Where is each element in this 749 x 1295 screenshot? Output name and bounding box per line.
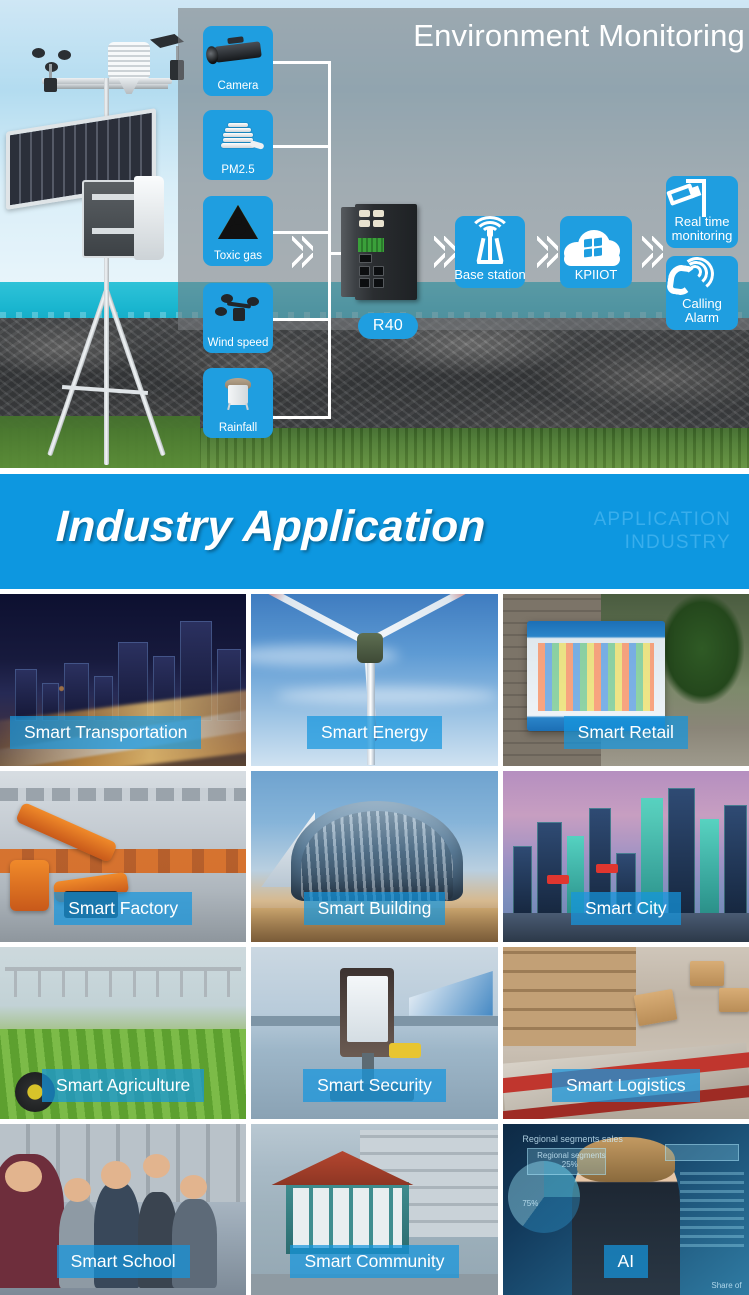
photo-smart-energy xyxy=(251,594,498,766)
output-tile-real-time-monitoring[interactable]: Real time monitoring xyxy=(666,176,738,248)
banner-subtitle-line1: APPLICATION xyxy=(593,509,731,530)
photo-smart-transportation xyxy=(0,594,247,766)
weather-station-illustration xyxy=(0,0,200,468)
ai-overlay-pct1: 25% xyxy=(561,1159,578,1169)
sensor-tile-camera[interactable]: Camera xyxy=(203,26,273,96)
tripod-leg xyxy=(47,289,109,457)
photo-smart-security xyxy=(251,947,498,1119)
grid-cell-smart-building[interactable]: Smart Building xyxy=(251,770,498,942)
connector-line-rainfall xyxy=(265,416,331,419)
connector-line-pm25 xyxy=(265,145,331,148)
tripod-leg xyxy=(104,290,109,465)
sensor-tile-pm25[interactable]: PM2.5 xyxy=(203,110,273,180)
grid-cell-smart-security[interactable]: Smart Security xyxy=(251,947,498,1119)
photo-ai: Regional segments sales Regional segment… xyxy=(502,1123,749,1295)
banner-title: Industry Application xyxy=(55,502,487,551)
industry-application-banner: Industry Application APPLICATION INDUSTR… xyxy=(0,474,749,589)
chevron-arrow-1 xyxy=(292,236,322,270)
sensor-label: Toxic gas xyxy=(214,250,262,262)
grid-cell-ai[interactable]: Regional segments sales Regional segment… xyxy=(502,1123,749,1295)
grid-cell-smart-energy[interactable]: Smart Energy xyxy=(251,594,498,766)
sensor-tile-rainfall[interactable]: Rainfall xyxy=(203,368,273,438)
chain-label: Base station xyxy=(454,267,526,282)
output-tile-calling-alarm[interactable]: Calling Alarm xyxy=(666,254,738,330)
cloud-icon xyxy=(560,226,632,268)
output-label: Calling Alarm xyxy=(682,297,722,330)
anemometer-cups-icon xyxy=(32,48,74,92)
photo-smart-building xyxy=(251,770,498,942)
camera-icon xyxy=(203,30,273,74)
ai-overlay-line1: Regional segments sales xyxy=(522,1133,623,1144)
grid-cell-smart-agriculture[interactable]: Smart Agriculture xyxy=(0,947,247,1119)
toxic-gas-warning-icon xyxy=(203,200,273,244)
connector-vertical-line xyxy=(328,61,331,419)
anemometer-icon xyxy=(203,287,273,331)
connector-line-camera xyxy=(265,61,331,64)
photo-smart-agriculture xyxy=(0,947,247,1119)
grid-cell-smart-factory[interactable]: Smart Factory xyxy=(0,770,247,942)
sensor-label: Wind speed xyxy=(207,337,269,349)
ai-overlay-footer: Share of xyxy=(711,1280,742,1290)
sensor-label: Camera xyxy=(217,80,259,92)
connector-line-toxic-gas xyxy=(265,231,331,234)
sensor-tile-wind-speed[interactable]: Wind speed xyxy=(203,283,273,353)
photo-smart-logistics xyxy=(502,947,749,1119)
router-model-badge: R40 xyxy=(358,313,418,339)
grid-cell-smart-retail[interactable]: Smart Retail xyxy=(502,594,749,766)
grid-cell-smart-transportation[interactable]: Smart Transportation xyxy=(0,594,247,766)
output-label: Real time monitoring xyxy=(672,215,733,248)
cell-tower-icon xyxy=(467,216,513,268)
page-title: Environment Monitoring xyxy=(413,18,745,53)
chain-tile-base-station[interactable]: Base station xyxy=(454,216,526,288)
photo-smart-factory xyxy=(0,770,247,942)
environment-monitoring-diagram: Environment Monitoring Camera PM2.5 Toxi… xyxy=(0,0,749,468)
photo-smart-retail xyxy=(502,594,749,766)
radiation-shield-icon xyxy=(108,42,150,78)
grid-cell-smart-community[interactable]: Smart Community xyxy=(251,1123,498,1295)
ai-overlay-pct2: 75% xyxy=(522,1198,539,1208)
photo-smart-community xyxy=(251,1123,498,1295)
industry-application-grid: Smart Transportation Smart Energy Smart … xyxy=(0,594,749,1295)
phone-ring-icon xyxy=(666,254,738,297)
output-label-line2: monitoring xyxy=(671,228,733,243)
photo-smart-school xyxy=(0,1123,247,1295)
sensor-tile-toxic-gas[interactable]: Toxic gas xyxy=(203,196,273,266)
equipment-cabinet-white xyxy=(134,176,164,260)
grid-cell-smart-logistics[interactable]: Smart Logistics xyxy=(502,947,749,1119)
banner-subtitle: APPLICATION INDUSTRY xyxy=(594,508,731,554)
grid-cell-smart-school[interactable]: Smart School xyxy=(0,1123,247,1295)
industrial-router-r40[interactable] xyxy=(341,204,417,300)
chain-tile-kpiiot[interactable]: KPIIOT xyxy=(560,216,632,288)
sensor-label: Rainfall xyxy=(218,422,258,434)
pm25-sensor-icon xyxy=(203,114,273,158)
rain-gauge-icon xyxy=(203,372,273,416)
output-label-line2: Alarm xyxy=(685,310,719,325)
photo-smart-city xyxy=(502,770,749,942)
connector-line-wind-speed xyxy=(265,318,331,321)
banner-subtitle-line2: INDUSTRY xyxy=(624,532,731,553)
cctv-camera-icon xyxy=(666,179,738,217)
tripod-leg xyxy=(104,289,166,457)
sensor-label: PM2.5 xyxy=(221,164,255,176)
grid-cell-smart-city[interactable]: Smart City xyxy=(502,770,749,942)
chain-label: KPIIOT xyxy=(574,267,618,282)
